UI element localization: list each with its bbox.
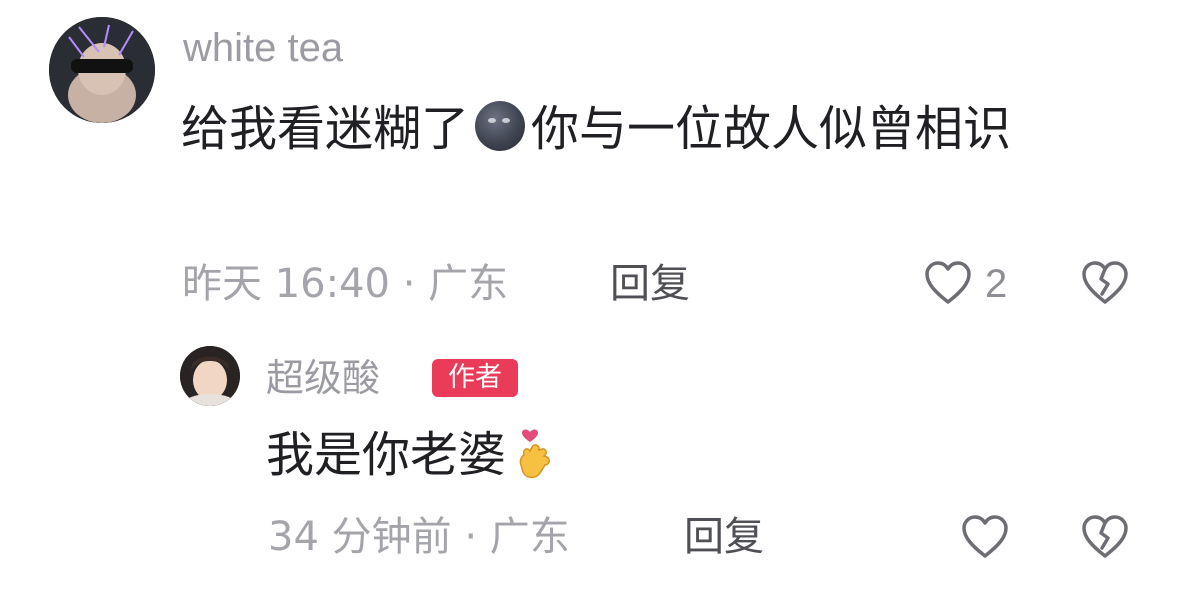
heart-icon: [925, 261, 971, 304]
reply-time-location: 34 分钟前 · 广东: [268, 514, 570, 560]
reply-avatar[interactable]: [180, 346, 240, 406]
reply-button[interactable]: 回复: [684, 517, 764, 557]
avatar-image: [49, 17, 155, 123]
broken-heart-icon: [1082, 515, 1128, 558]
comment-text-part: 给我看迷糊了: [181, 101, 470, 157]
dislike-button[interactable]: [1081, 514, 1129, 564]
heart-hands-emoji-icon: [514, 425, 558, 481]
comment-username[interactable]: white tea: [183, 28, 343, 68]
avatar[interactable]: [49, 17, 155, 123]
reply-text: 我是你老婆: [266, 418, 558, 492]
reply-text-part: 我是你老婆: [266, 427, 507, 483]
heart-icon: [962, 515, 1008, 558]
new-moon-face-emoji-icon: [475, 101, 526, 151]
comment-text-part: 你与一位故人似曾相识: [531, 101, 1012, 157]
like-button[interactable]: [961, 514, 1009, 564]
reply-button[interactable]: 回复: [610, 264, 690, 304]
dislike-button[interactable]: [1081, 260, 1129, 310]
author-badge: 作者: [432, 359, 518, 397]
reply-username[interactable]: 超级酸: [266, 359, 380, 397]
comment-time-location: 昨天 16:40 · 广东: [182, 261, 509, 307]
like-count: 2: [985, 262, 1008, 306]
comment-text: 给我看迷糊了 你与一位故人似曾相识: [181, 92, 1121, 166]
broken-heart-icon: [1082, 261, 1128, 304]
avatar-image: [180, 346, 240, 406]
like-button[interactable]: [924, 260, 972, 310]
